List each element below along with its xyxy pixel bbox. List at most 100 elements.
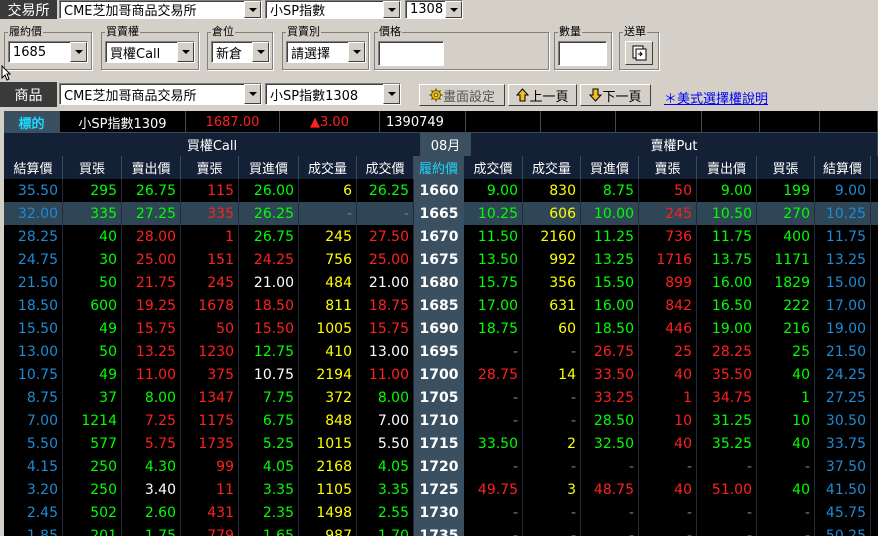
call-cell[interactable]: 50: [181, 317, 239, 340]
call-cell[interactable]: 12.75: [239, 340, 299, 363]
prev-page-button[interactable]: 上一頁: [508, 84, 577, 106]
call-cell[interactable]: 1015: [299, 432, 357, 455]
price-type-select[interactable]: 請選擇: [286, 41, 366, 63]
bar2-exchange-select[interactable]: CME芝加哥商品交易所: [59, 83, 262, 105]
put-cell[interactable]: 33.75: [815, 432, 871, 455]
put-cell[interactable]: -: [464, 455, 523, 478]
call-cell[interactable]: 8.75: [4, 386, 63, 409]
put-cell[interactable]: 9.00: [464, 179, 523, 202]
put-cell[interactable]: 40: [639, 432, 697, 455]
column-header[interactable]: 買張: [757, 156, 815, 179]
put-cell[interactable]: -: [523, 386, 581, 409]
put-cell[interactable]: 1: [757, 386, 815, 409]
chevron-down-icon[interactable]: [252, 42, 269, 62]
call-cell[interactable]: 5.50: [4, 432, 63, 455]
call-cell[interactable]: 2168: [299, 455, 357, 478]
strike-cell[interactable]: 1725: [414, 478, 464, 501]
call-cell[interactable]: 7.25: [122, 409, 181, 432]
call-cell[interactable]: 779: [181, 524, 239, 536]
chevron-down-icon[interactable]: [383, 1, 400, 18]
put-cell[interactable]: -: [523, 340, 581, 363]
chevron-down-icon[interactable]: [383, 84, 400, 104]
bar2-product-select[interactable]: 小SP指數1308: [265, 83, 401, 105]
put-cell[interactable]: 222: [757, 294, 815, 317]
put-cell[interactable]: 736: [639, 225, 697, 248]
call-cell[interactable]: 11: [181, 478, 239, 501]
chevron-down-icon[interactable]: [445, 1, 462, 18]
call-cell[interactable]: 11.00: [122, 363, 181, 386]
chevron-down-icon[interactable]: [244, 1, 261, 18]
put-cell[interactable]: 50.25: [815, 524, 871, 536]
put-cell[interactable]: 17.00: [815, 294, 871, 317]
call-cell[interactable]: 25.00: [357, 248, 414, 271]
quote-row[interactable]: 10.75 49 11.00 375 10.75 2194 11.00 1700 28.75 14…: [4, 363, 878, 386]
option-type-select[interactable]: 買權Call: [105, 41, 195, 63]
put-cell[interactable]: 24.25: [815, 363, 871, 386]
call-cell[interactable]: 410: [299, 340, 357, 363]
put-cell[interactable]: 11.75: [697, 225, 757, 248]
put-cell[interactable]: 13.75: [697, 248, 757, 271]
call-cell[interactable]: 49: [63, 317, 122, 340]
call-cell[interactable]: 372: [299, 386, 357, 409]
chevron-down-icon[interactable]: [177, 42, 194, 62]
call-cell[interactable]: 26.25: [239, 202, 299, 225]
put-cell[interactable]: 15.50: [581, 271, 639, 294]
call-cell[interactable]: 13.00: [357, 340, 414, 363]
quote-row[interactable]: 8.75 37 8.00 1347 7.75 372 8.00 1705- -33.25 1 34.…: [4, 386, 878, 409]
put-cell[interactable]: 40: [757, 432, 815, 455]
call-cell[interactable]: 502: [63, 501, 122, 524]
call-cell[interactable]: 49: [63, 363, 122, 386]
put-cell[interactable]: 13.25: [815, 248, 871, 271]
strike-cell[interactable]: 1660: [414, 179, 464, 202]
quote-row[interactable]: 35.50 295 26.75 115 26.00 6 26.25 1660 9.00 830 8.…: [4, 179, 878, 202]
put-cell[interactable]: 830: [523, 179, 581, 202]
put-cell[interactable]: -: [639, 524, 697, 536]
strike-cell[interactable]: 1705: [414, 386, 464, 409]
put-cell[interactable]: 28.25: [697, 340, 757, 363]
call-cell[interactable]: 40: [63, 225, 122, 248]
quote-row[interactable]: 18.50 600 19.25 1678 18.50 811 18.75 1685 17.00 6…: [4, 294, 878, 317]
call-cell[interactable]: 295: [63, 179, 122, 202]
call-cell[interactable]: 15.50: [239, 317, 299, 340]
call-cell[interactable]: 26.75: [239, 225, 299, 248]
put-cell[interactable]: 13.25: [581, 248, 639, 271]
call-cell[interactable]: 3.20: [4, 478, 63, 501]
strike-column-header[interactable]: 履約價: [414, 156, 464, 179]
strike-select[interactable]: 1685: [8, 41, 88, 63]
put-cell[interactable]: -: [464, 340, 523, 363]
call-cell[interactable]: 99: [181, 455, 239, 478]
put-cell[interactable]: -: [464, 386, 523, 409]
quote-row[interactable]: 1.85 201 1.75 779 1.65 987 1.70 1735- - - - - -50.25: [4, 524, 878, 536]
call-cell[interactable]: 5.50: [357, 432, 414, 455]
position-select[interactable]: 新倉: [211, 41, 270, 63]
call-cell[interactable]: 1214: [63, 409, 122, 432]
column-header[interactable]: 賣出價: [122, 156, 181, 179]
call-cell[interactable]: 15.75: [122, 317, 181, 340]
put-cell[interactable]: 16.00: [581, 294, 639, 317]
put-cell[interactable]: 40: [757, 478, 815, 501]
strike-cell[interactable]: 1695: [414, 340, 464, 363]
put-cell[interactable]: 51.00: [697, 478, 757, 501]
screen-settings-button[interactable]: 畫面設定: [419, 84, 505, 106]
strike-cell[interactable]: 1690: [414, 317, 464, 340]
call-cell[interactable]: 987: [299, 524, 357, 536]
put-cell[interactable]: 15.75: [464, 271, 523, 294]
call-cell[interactable]: 431: [181, 501, 239, 524]
column-header[interactable]: 買張: [63, 156, 122, 179]
put-cell[interactable]: 28.75: [464, 363, 523, 386]
call-cell[interactable]: 7.75: [239, 386, 299, 409]
strike-cell[interactable]: 1670: [414, 225, 464, 248]
strike-cell[interactable]: 1680: [414, 271, 464, 294]
call-cell[interactable]: 10.75: [4, 363, 63, 386]
call-cell[interactable]: 3.35: [357, 478, 414, 501]
call-cell[interactable]: 245: [181, 271, 239, 294]
call-cell[interactable]: 15.50: [4, 317, 63, 340]
put-cell[interactable]: 2160: [523, 225, 581, 248]
column-header[interactable]: 賣出價: [697, 156, 757, 179]
put-cell[interactable]: 11.75: [815, 225, 871, 248]
price-input[interactable]: [378, 41, 444, 66]
put-cell[interactable]: 33.50: [464, 432, 523, 455]
put-cell[interactable]: 26.75: [581, 340, 639, 363]
call-cell[interactable]: 6.75: [239, 409, 299, 432]
call-cell[interactable]: 151: [181, 248, 239, 271]
